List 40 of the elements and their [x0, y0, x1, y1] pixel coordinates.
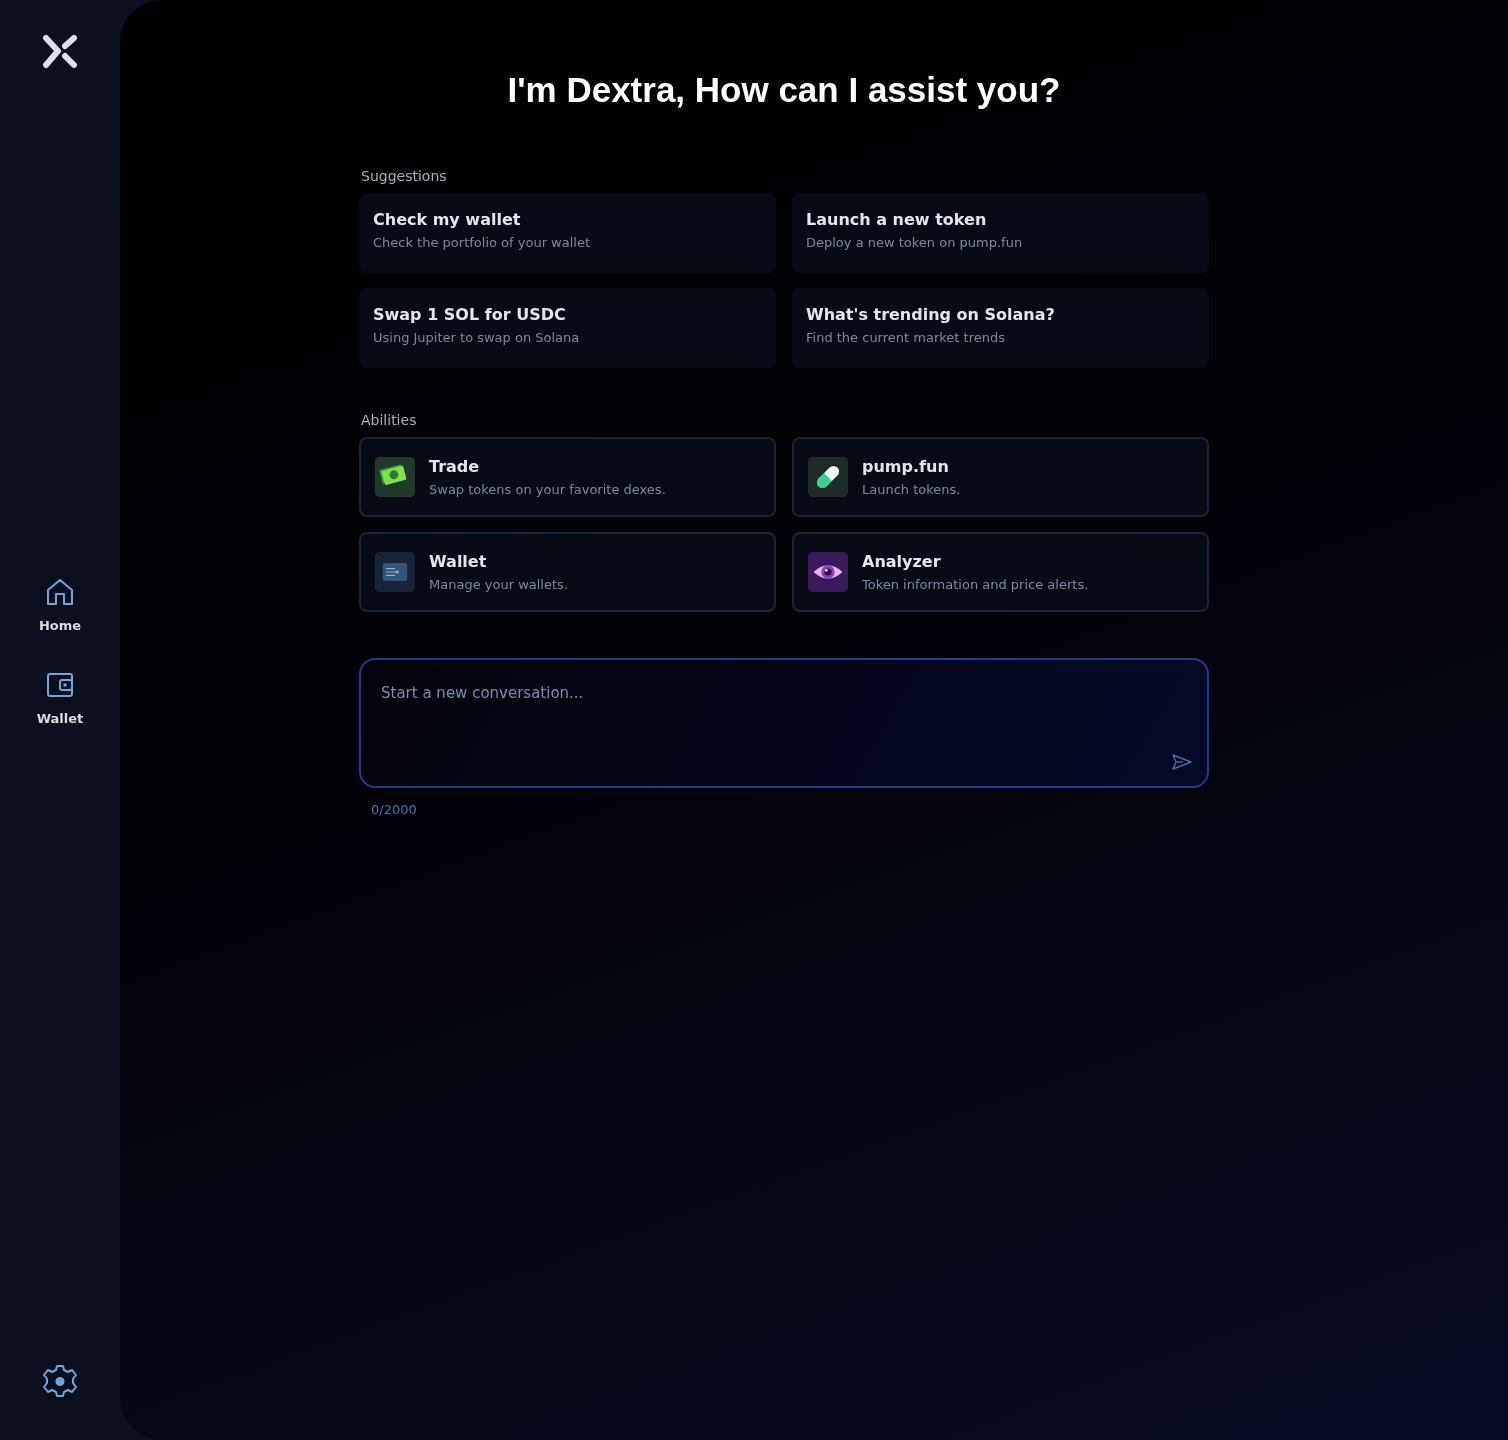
section-heading: Abilities — [361, 412, 418, 428]
card-subtitle: Check the portfolio of your wallet — [373, 235, 592, 250]
home-icon — [46, 578, 74, 606]
message-input[interactable]: Start a new conversation... — [359, 658, 1209, 788]
ability-card[interactable]: Wallet Manage your wallets. — [359, 532, 776, 612]
wallet-icon — [375, 552, 415, 592]
settings-icon[interactable] — [42, 1364, 78, 1400]
card-title: Swap 1 SOL for USDC — [373, 305, 567, 324]
cash-icon — [375, 457, 415, 497]
nav-item[interactable]: Wallet — [36, 671, 84, 726]
card-subtitle: Find the current market trends — [806, 330, 1006, 345]
section-heading: Suggestions — [361, 168, 448, 184]
suggestion-card[interactable]: Check my wallet Check the portfolio of your wallet — [359, 193, 776, 273]
suggestion-card[interactable]: What's trending on Solana? Find the current market trends — [792, 288, 1209, 368]
ability-card[interactable]: Trade Swap tokens on your favorite dexes. — [359, 437, 776, 517]
pill-icon — [808, 457, 848, 497]
logo-icon[interactable] — [42, 34, 78, 70]
nav-item[interactable]: Home — [38, 578, 82, 633]
wallet-icon — [46, 671, 74, 699]
card-title: Trade — [429, 457, 481, 476]
send-icon[interactable] — [1171, 753, 1193, 771]
card-title: Wallet — [429, 552, 488, 571]
card-subtitle: Using Jupiter to swap on Solana — [373, 330, 581, 345]
page-title: I'm Dextra, How can I assist you? — [506, 70, 1062, 110]
card-title: Launch a new token — [806, 210, 988, 229]
card-subtitle: Deploy a new token on pump.fun — [806, 235, 1024, 250]
card-subtitle: Token information and price alerts. — [862, 577, 1089, 592]
card-title: What's trending on Solana? — [806, 305, 1056, 324]
card-subtitle: Swap tokens on your favorite dexes. — [429, 482, 666, 497]
card-title: Analyzer — [862, 552, 942, 571]
card-title: pump.fun — [862, 457, 950, 476]
ability-card[interactable]: Analyzer Token information and price alerts. — [792, 532, 1209, 612]
card-subtitle: Manage your wallets. — [429, 577, 568, 592]
ability-card[interactable]: pump.fun Launch tokens. — [792, 437, 1209, 517]
suggestion-card[interactable]: Swap 1 SOL for USDC Using Jupiter to swap on Solana — [359, 288, 776, 368]
card-subtitle: Launch tokens. — [862, 482, 961, 497]
character-counter: 0/2000 — [371, 802, 418, 817]
eye-icon — [808, 552, 848, 592]
suggestion-card[interactable]: Launch a new token Deploy a new token on pump.fun — [792, 193, 1209, 273]
card-title: Check my wallet — [373, 210, 522, 229]
